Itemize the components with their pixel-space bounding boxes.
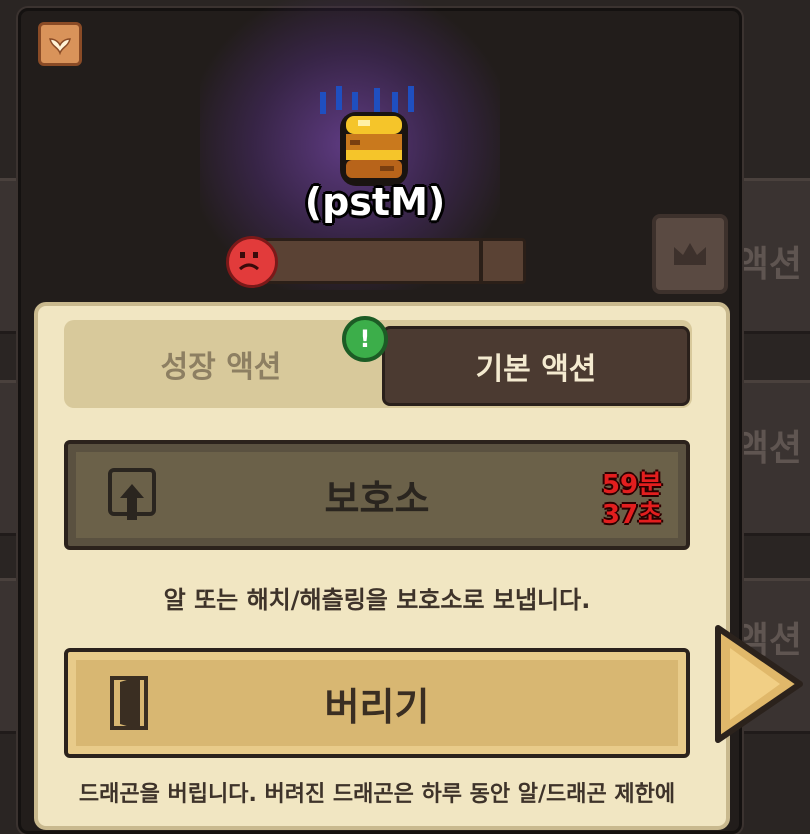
- sad-face-icon: [226, 236, 278, 288]
- shelter-upload-icon: [108, 468, 156, 520]
- mood-bar-divider: [479, 241, 483, 281]
- abandon-button-label: 버리기: [324, 684, 430, 729]
- timer-seconds: 37초: [601, 500, 662, 530]
- crown-button[interactable]: [652, 214, 728, 294]
- abandon-description: 드래곤을 버립니다. 버려진 드래곤은 하루 동안 알/드래곤 제한에: [78, 782, 676, 807]
- timer-minutes: 59분: [601, 470, 662, 500]
- wings-button[interactable]: [38, 22, 82, 66]
- background-row-label: 액션: [735, 428, 802, 469]
- mood-bar: [248, 238, 526, 284]
- shelter-cooldown-timer: 59분 37초: [602, 470, 662, 530]
- shelter-button-label: 보호소: [324, 476, 430, 521]
- abandon-button[interactable]: 버리기: [64, 648, 690, 758]
- door-exit-icon: [110, 676, 148, 730]
- shelter-description: 알 또는 해치/해츨링을 보호소로 보냅니다.: [163, 586, 591, 614]
- wings-icon: [49, 38, 71, 55]
- tab-growth-actions[interactable]: 성장 액션: [64, 320, 378, 408]
- alert-badge: !: [342, 316, 388, 362]
- next-arrow-icon[interactable]: [714, 624, 806, 744]
- shelter-button[interactable]: 보호소 59분 37초: [64, 440, 690, 550]
- crown-icon: [674, 243, 706, 265]
- tab-basic-actions[interactable]: 기본 액션: [382, 326, 690, 406]
- dragon-name: (pstM): [304, 180, 446, 224]
- background-row-label: 액션: [735, 244, 802, 285]
